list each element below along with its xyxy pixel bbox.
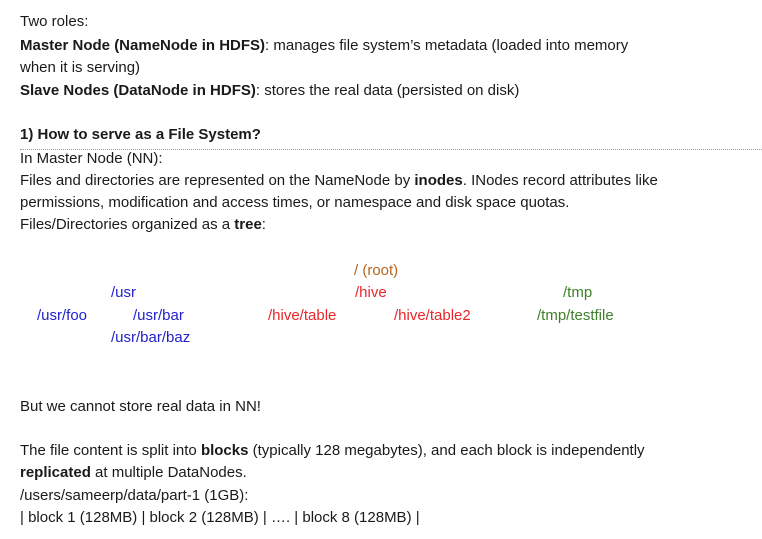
- tree-node-hive-table2: /hive/table2: [394, 307, 471, 324]
- inodes-paragraph-line1: Files and directories are represented on…: [20, 170, 658, 192]
- in-master-node-label: In Master Node (NN):: [20, 150, 163, 167]
- tree-intro-text-b: :: [261, 216, 266, 233]
- tree-intro-text-a: Files/Directories organized as a: [20, 216, 235, 233]
- slave-node-term: Slave Nodes (DataNode in HDFS): [20, 82, 256, 99]
- inodes-paragraph-line2: permissions, modification and access tim…: [20, 194, 570, 211]
- inodes-text-b: . INodes record attributes like: [462, 172, 658, 189]
- blocks-paragraph-line2: replicated at multiple DataNodes.: [20, 462, 247, 484]
- blocks-paragraph-line1: The file content is split into blocks (t…: [20, 440, 645, 462]
- blocks-term: blocks: [200, 442, 249, 459]
- blocks-text-c: at multiple DataNodes.: [90, 464, 247, 481]
- tree-node-usr-bar: /usr/bar: [133, 307, 184, 324]
- two-roles-label: Two roles:: [20, 13, 89, 30]
- file-path-line: /users/sameerp/data/part-1 (1GB):: [20, 487, 249, 504]
- tree-node-tmp: /tmp: [563, 284, 593, 301]
- inodes-term: inodes: [414, 172, 463, 189]
- tree-intro-line: Files/Directories organized as a tree:: [20, 214, 266, 236]
- blocks-text-b: (typically 128 megabytes), and each bloc…: [248, 442, 645, 459]
- replicated-term: replicated: [20, 464, 91, 481]
- tree-node-usr-bar-baz: /usr/bar/baz: [111, 329, 191, 346]
- tree-node-usr-foo: /usr/foo: [37, 307, 88, 324]
- master-node-desc-cont: when it is serving): [20, 59, 141, 76]
- master-node-desc: : manages file system’s metadata (loaded…: [265, 37, 629, 54]
- cannot-store-note: But we cannot store real data in NN!: [20, 398, 261, 415]
- slave-node-line: Slave Nodes (DataNode in HDFS): stores t…: [20, 80, 519, 102]
- tree-term: tree: [234, 216, 262, 233]
- tree-node-root: / (root): [354, 262, 399, 279]
- slave-node-desc: : stores the real data (persisted on dis…: [255, 82, 520, 99]
- inodes-text-a: Files and directories are represented on…: [20, 172, 415, 189]
- tree-node-hive-table: /hive/table: [268, 307, 337, 324]
- blocks-layout-line: | block 1 (128MB) | block 2 (128MB) | ….…: [20, 509, 420, 526]
- blocks-text-a: The file content is split into: [20, 442, 201, 459]
- tree-node-usr: /usr: [111, 284, 137, 301]
- master-node-line: Master Node (NameNode in HDFS): manages …: [20, 35, 628, 57]
- section-heading: 1) How to serve as a File System?: [20, 126, 261, 143]
- tree-node-tmp-testfile: /tmp/testfile: [537, 307, 614, 324]
- master-node-term: Master Node (NameNode in HDFS): [20, 37, 266, 54]
- tree-node-hive: /hive: [355, 284, 387, 301]
